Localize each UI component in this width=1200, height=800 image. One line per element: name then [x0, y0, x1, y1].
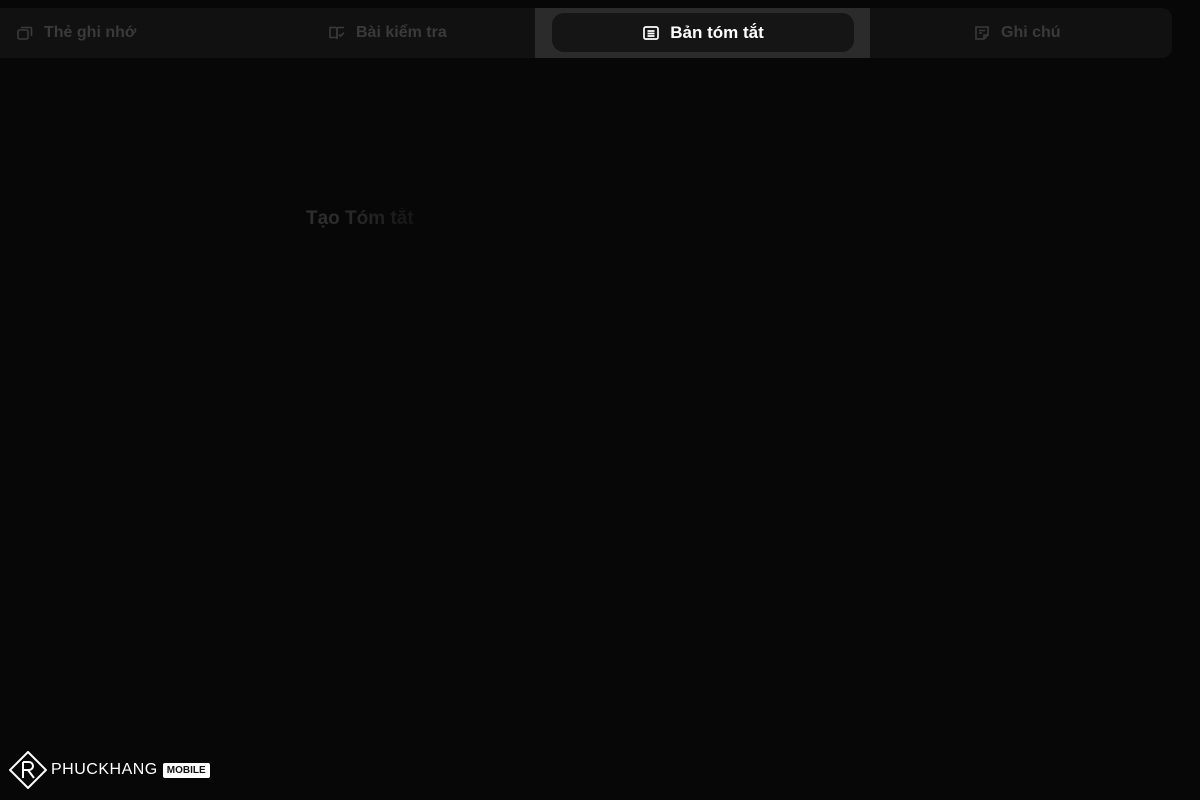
watermark-brand: PHUCKHANG	[51, 761, 158, 778]
generate-summary-button[interactable]: Tạo Tóm tắt	[306, 208, 414, 230]
cards-icon	[16, 24, 34, 42]
tab-notes[interactable]: Ghi chú	[870, 8, 1172, 58]
watermark-logo: PHUCKHANG MOBILE	[9, 751, 210, 789]
tab-flashcards[interactable]: Thẻ ghi nhớ	[0, 8, 268, 58]
tab-quiz[interactable]: Bài kiểm tra	[268, 8, 535, 58]
tab-summary[interactable]: Bản tóm tắt	[535, 8, 870, 58]
summary-list-icon	[642, 24, 660, 42]
tab-flashcards-label: Thẻ ghi nhớ	[44, 24, 137, 41]
tab-quiz-label: Bài kiểm tra	[356, 24, 447, 41]
brand-logo-icon	[9, 751, 47, 789]
tab-notes-label: Ghi chú	[1001, 24, 1061, 41]
app-window: Thẻ ghi nhớ Bài kiểm tra Bản tóm tắt Ghi…	[0, 0, 1200, 800]
tab-summary-active-pill[interactable]: Bản tóm tắt	[552, 13, 854, 52]
note-icon	[973, 24, 991, 42]
book-check-icon	[328, 24, 346, 42]
tab-summary-label: Bản tóm tắt	[670, 22, 764, 42]
tab-bar: Thẻ ghi nhớ Bài kiểm tra Bản tóm tắt Ghi…	[0, 8, 1172, 58]
watermark-badge: MOBILE	[162, 762, 210, 778]
